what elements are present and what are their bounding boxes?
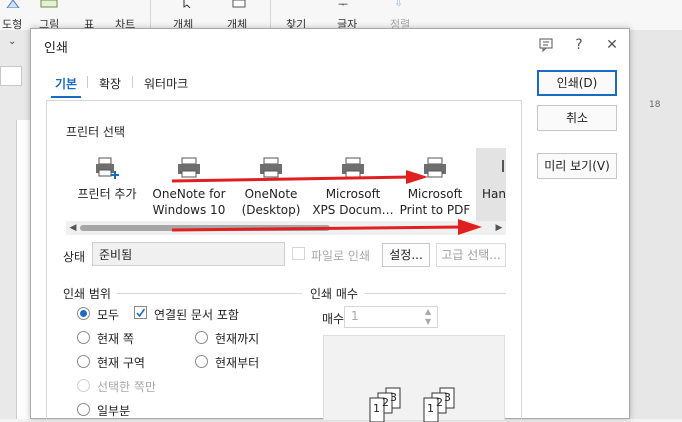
annotation-arrow-bottom xyxy=(171,219,482,235)
annotation-overlay xyxy=(171,170,482,235)
annotation-arrow-top xyxy=(171,170,428,184)
